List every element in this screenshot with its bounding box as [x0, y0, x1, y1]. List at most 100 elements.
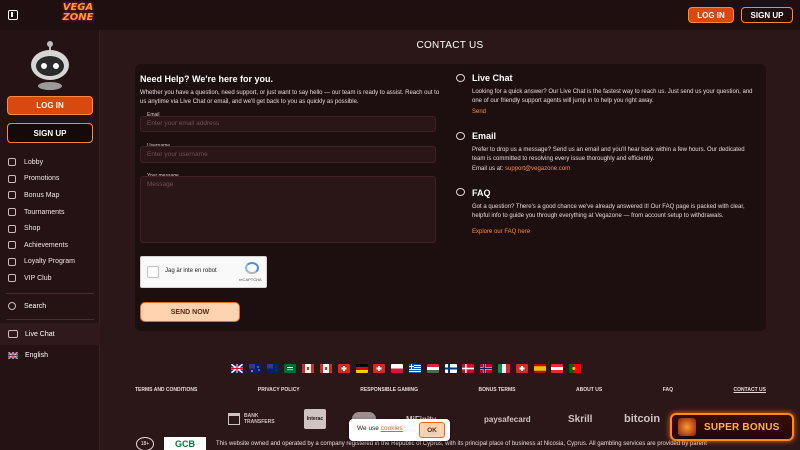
footer-link-responsible-gaming[interactable]: RESPONSIBLE GAMING	[360, 387, 418, 393]
bank-icon	[228, 413, 240, 425]
faq-title: FAQ	[472, 188, 491, 198]
sidebar-item-loyalty-program[interactable]: Loyalty Program	[0, 254, 100, 271]
spain-flag-icon[interactable]	[533, 364, 546, 373]
faq-link[interactable]: Explore our FAQ here	[472, 229, 530, 235]
sidebar-item-label: Promotions	[24, 175, 60, 183]
message-placeholder: Message	[147, 181, 174, 188]
bank-transfers-label: BANK TRANSFERS	[244, 413, 275, 425]
support-email-link[interactable]: support@vegazone.com	[505, 166, 570, 172]
greece-flag-icon[interactable]	[408, 364, 421, 373]
header-login-button[interactable]: LOG IN	[688, 7, 734, 23]
faq-icon	[456, 188, 465, 196]
email-icon	[456, 132, 465, 140]
recaptcha-logo-icon	[245, 262, 259, 274]
hungary-flag-icon[interactable]	[426, 364, 439, 373]
sidebar-item-label: VIP Club	[24, 274, 52, 282]
achievement-icon	[8, 241, 16, 250]
cookie-text: We use cookies	[357, 425, 403, 432]
robot-avatar-icon	[31, 41, 69, 90]
footer-link-contact-us[interactable]: CONTACT US	[734, 387, 766, 393]
footer-link-about-us[interactable]: ABOUT US	[576, 387, 602, 393]
sidebar-item-shop[interactable]: Shop	[0, 220, 100, 237]
trophy-icon	[8, 208, 16, 217]
austria-flag-icon[interactable]	[551, 364, 564, 373]
sidebar-item-label: Tournaments	[24, 208, 65, 216]
finland-flag-icon[interactable]	[444, 364, 457, 373]
legal-text: This website owned and operated by a com…	[216, 441, 707, 447]
portugal-flag-icon[interactable]	[569, 364, 582, 373]
norway-flag-icon[interactable]	[480, 364, 493, 373]
switzerland-german-flag-icon[interactable]	[373, 364, 386, 373]
super-bonus-button[interactable]: SUPER BONUS	[670, 413, 794, 441]
sidebar-item-tournaments[interactable]: Tournaments	[0, 204, 100, 221]
sidebar-item-label: Shop	[24, 225, 41, 233]
canada-french-flag-icon[interactable]	[319, 364, 332, 373]
footer-link-faq[interactable]: FAQ	[663, 387, 673, 393]
map-icon	[8, 191, 16, 200]
sidebar-login-button[interactable]: LOG IN	[7, 96, 93, 115]
footer-links: TERMS AND CONDITIONS PRIVACY POLICY RESP…	[135, 387, 766, 393]
footer-link-privacy[interactable]: PRIVACY POLICY	[258, 387, 300, 393]
logo-text: VEGA ZONE	[62, 2, 94, 23]
search-icon	[8, 302, 16, 310]
switzerland-flag-icon[interactable]	[337, 364, 350, 373]
sidebar-divider	[6, 293, 94, 294]
shop-icon	[8, 224, 16, 233]
australia-flag-icon[interactable]	[248, 364, 261, 373]
loyalty-icon	[8, 257, 16, 266]
sidebar-item-label: Loyalty Program	[24, 258, 75, 266]
faq-description: Got a question? There's a good chance we…	[472, 204, 745, 219]
sidebar-nav: Lobby Promotions Bonus Map Tournaments S…	[0, 154, 100, 287]
footer-link-bonus-terms[interactable]: BONUS TERMS	[479, 387, 516, 393]
new-zealand-flag-icon[interactable]	[266, 364, 279, 373]
skrill-logo: Skrill	[568, 413, 593, 425]
sidebar-item-promotions[interactable]: Promotions	[0, 171, 100, 188]
email-title: Email	[472, 131, 497, 141]
live-chat-description: Looking for a quick answer? Our Live Cha…	[472, 89, 753, 104]
interac-logo: Interac	[304, 409, 326, 429]
uk-flag-icon[interactable]	[231, 364, 243, 373]
sidebar-item-achievements[interactable]: Achievements	[0, 237, 100, 254]
denmark-flag-icon[interactable]	[462, 364, 475, 373]
top-bar: VEGA ZONE LOG IN SIGN UP	[0, 0, 800, 30]
italy-flag-icon[interactable]	[497, 364, 510, 373]
uk-flag-icon	[8, 351, 18, 359]
message-textarea[interactable]	[140, 176, 436, 243]
sidebar-signup-button[interactable]: SIGN UP	[7, 123, 93, 143]
bonus-chest-icon	[678, 418, 696, 436]
sidebar-search[interactable]: Search	[0, 298, 100, 314]
poland-flag-icon[interactable]	[391, 364, 404, 373]
send-now-button[interactable]: SEND NOW	[140, 302, 240, 322]
dice-icon	[8, 158, 16, 167]
sidebar-item-bonus-map[interactable]: Bonus Map	[0, 187, 100, 204]
megaphone-icon	[8, 174, 16, 183]
language-flags	[231, 364, 582, 373]
search-label: Search	[24, 302, 47, 310]
cookie-banner: We use cookies OK	[349, 419, 450, 441]
canada-flag-icon[interactable]	[302, 364, 315, 373]
page-title: CONTACT US	[416, 40, 484, 51]
language-selector[interactable]: English	[0, 347, 100, 363]
email-us-line: Email us at: support@vegazone.com	[472, 166, 570, 172]
cookies-link[interactable]: cookies	[381, 425, 403, 432]
switzerland-italian-flag-icon[interactable]	[515, 364, 528, 373]
sidebar-live-chat[interactable]: Live Chat	[0, 323, 100, 345]
saudi-flag-icon[interactable]	[284, 364, 297, 373]
vip-icon	[8, 274, 16, 283]
sidebar: LOG IN SIGN UP Lobby Promotions Bonus Ma…	[0, 30, 100, 450]
live-chat-icon	[456, 74, 465, 82]
gcb-license-logo: GCB	[164, 437, 206, 450]
recaptcha-checkbox[interactable]	[147, 266, 159, 278]
live-chat-send-link[interactable]: Send	[472, 109, 486, 115]
help-description: Whether you have a question, need suppor…	[140, 90, 440, 105]
header-signup-button[interactable]: SIGN UP	[741, 7, 793, 23]
vegazone-logo[interactable]: VEGA ZONE	[54, 3, 102, 27]
footer-link-terms[interactable]: TERMS AND CONDITIONS	[135, 387, 197, 393]
cookie-ok-button[interactable]: OK	[419, 422, 445, 438]
cookie-message: We use	[357, 425, 381, 432]
germany-flag-icon[interactable]	[355, 364, 368, 373]
live-chat-label: Live Chat	[25, 330, 55, 338]
sidebar-item-vip-club[interactable]: VIP Club	[0, 270, 100, 287]
sidebar-toggle-icon[interactable]	[8, 10, 18, 20]
sidebar-item-lobby[interactable]: Lobby	[0, 154, 100, 171]
